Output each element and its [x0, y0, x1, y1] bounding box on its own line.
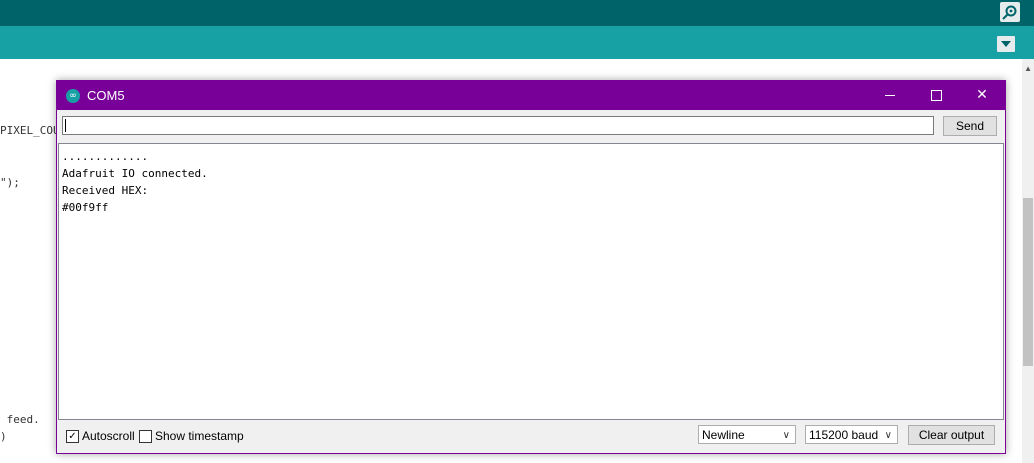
code-line: "); [0, 176, 20, 189]
code-line: PIXEL_COU [0, 124, 60, 137]
send-button[interactable]: Send [943, 116, 997, 136]
output-line: Received HEX: [62, 184, 149, 197]
ide-tab-bar [0, 26, 1034, 59]
code-line: ) [0, 430, 7, 443]
baud-rate-value: 115200 baud [809, 428, 879, 442]
chevron-down-icon: ∨ [884, 430, 892, 441]
maximize-button[interactable] [913, 81, 959, 110]
close-button[interactable]: ✕ [959, 81, 1005, 110]
arduino-logo-icon: ∞ [66, 89, 80, 103]
line-ending-value: Newline [702, 428, 745, 442]
output-line: Adafruit IO connected. [62, 167, 208, 180]
output-line: #00f9ff [62, 201, 109, 214]
close-icon: ✕ [976, 87, 988, 103]
status-bar: ✓ Autoscroll Show timestamp Newline ∨ 11… [57, 420, 1005, 453]
ide-toolbar [0, 0, 1034, 26]
send-row: Send [57, 110, 1005, 142]
serial-monitor-icon[interactable] [1000, 2, 1020, 22]
serial-input[interactable] [62, 116, 934, 135]
serial-monitor-window: ∞ COM5 ✕ Send ............. Adafruit IO … [56, 80, 1006, 454]
minimize-icon [885, 95, 895, 96]
title-bar[interactable]: ∞ COM5 ✕ [57, 81, 1005, 110]
serial-output[interactable]: ............. Adafruit IO connected. Rec… [58, 143, 1004, 420]
minimize-button[interactable] [867, 81, 913, 110]
show-timestamp-checkbox[interactable] [139, 430, 152, 443]
scroll-up-icon[interactable]: ▲ [1024, 64, 1032, 73]
editor-scrollbar-thumb[interactable] [1023, 198, 1033, 366]
window-title: COM5 [87, 88, 125, 103]
chevron-down-icon: ∨ [782, 430, 790, 441]
baud-rate-select[interactable]: 115200 baud ∨ [805, 425, 898, 444]
tab-menu-button[interactable] [997, 36, 1015, 52]
maximize-icon [931, 90, 942, 101]
text-caret [65, 119, 66, 132]
line-ending-select[interactable]: Newline ∨ [698, 425, 796, 444]
autoscroll-label[interactable]: Autoscroll [82, 429, 135, 443]
output-line: ............. [62, 150, 149, 163]
autoscroll-checkbox[interactable]: ✓ [66, 430, 79, 443]
show-timestamp-label[interactable]: Show timestamp [155, 429, 244, 443]
clear-output-button[interactable]: Clear output [908, 425, 995, 445]
code-line: feed. [0, 413, 40, 426]
